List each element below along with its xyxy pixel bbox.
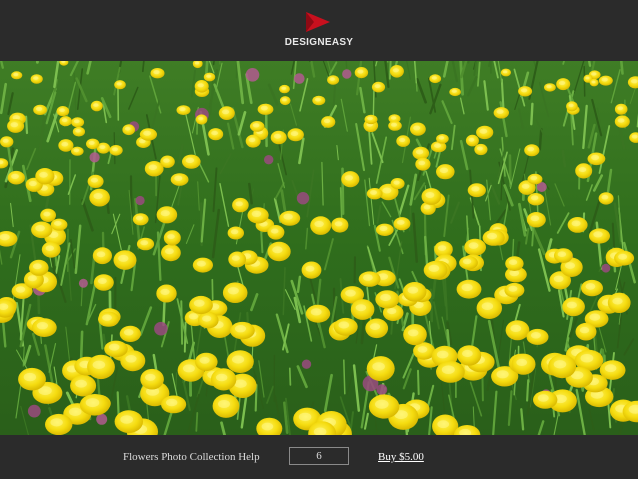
photo-viewer	[0, 61, 638, 435]
page: DESIGNEASY Flowers Photo Collection Help…	[0, 0, 638, 479]
page-number-field[interactable]: 6	[289, 447, 349, 465]
header-bar: DESIGNEASY	[0, 0, 638, 61]
brand-name: DESIGNEASY	[284, 37, 354, 48]
buy-link[interactable]: Buy $5.00	[378, 451, 424, 463]
collection-help-label: Flowers Photo Collection Help	[123, 451, 260, 463]
dandelion-meadow-image	[0, 61, 638, 435]
logo-icon	[306, 12, 330, 32]
footer-bar: Flowers Photo Collection Help 6 Buy $5.0…	[0, 435, 638, 479]
